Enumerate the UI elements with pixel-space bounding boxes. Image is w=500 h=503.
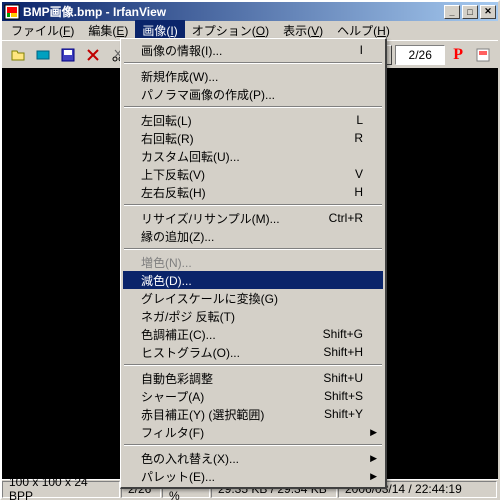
menu-item-label: 赤目補正(Y) (選択範囲) [141,406,304,423]
menu-item-14: 増色(N)... [123,253,383,271]
menu-item-label: ネガ/ポジ 反転(T) [141,308,363,325]
submenu-arrow-icon: ▶ [370,427,377,438]
menu-item-label: 自動色彩調整 [141,370,303,387]
menu-separator [124,248,382,250]
slideshow-icon[interactable] [31,44,54,66]
menu-item-12[interactable]: 縁の追加(Z)... [123,227,383,245]
minimize-button[interactable]: _ [444,5,460,19]
menu-item-6[interactable]: 右回転(R) R [123,129,383,147]
menu-item-label: 増色(N)... [141,254,363,271]
menu-item-label: 右回転(R) [141,130,334,147]
menu-item-3[interactable]: パノラマ画像の作成(P)... [123,85,383,103]
delete-icon[interactable] [81,44,104,66]
maximize-button[interactable]: □ [462,5,478,19]
menu-item-7[interactable]: カスタム回転(U)... [123,147,383,165]
open-icon[interactable] [6,44,29,66]
save-icon[interactable] [56,44,79,66]
menu-item-label: 減色(D)... [141,272,363,289]
menu-item-11[interactable]: リサイズ/リサンプル(M)... Ctrl+R [123,209,383,227]
menu-separator [124,364,382,366]
menu-item-shortcut: R [354,131,363,145]
titlebar: BMP画像.bmp - IrfanView _ □ ✕ [2,2,498,21]
menu-item-17[interactable]: ネガ/ポジ 反転(T) [123,307,383,325]
window-title: BMP画像.bmp - IrfanView [23,3,444,20]
menu-separator [124,106,382,108]
menu-item-shortcut: V [355,167,363,181]
menu-item-shortcut: L [356,113,363,127]
menu-item-label: 縁の追加(Z)... [141,228,363,245]
menu-item-label: 上下反転(V) [141,166,335,183]
menu-item-22[interactable]: シャープ(A) Shift+S [123,387,383,405]
menu-item-label: パレット(E)... [141,468,363,485]
menu-separator [124,444,382,446]
menu-item-24[interactable]: フィルタ(F) ▶ [123,423,383,441]
menu-item-label: 色の入れ替え(X)... [141,450,363,467]
app-icon [4,4,20,20]
menu-item-label: 色調補正(C)... [141,326,303,343]
image-menu-dropdown: 画像の情報(I)... I 新規作成(W)...パノラマ画像の作成(P)... 左回転… [120,38,387,489]
menu-item-label: 左回転(L) [141,112,336,129]
menu-item-shortcut: Shift+H [323,345,363,359]
app-window: BMP画像.bmp - IrfanView _ □ ✕ ファイル(F) 編集(E… [0,0,500,500]
menu-item-label: 画像の情報(I)... [141,42,340,59]
menu-item-9[interactable]: 左右反転(H) H [123,183,383,201]
submenu-arrow-icon: ▶ [370,453,377,464]
about-icon[interactable] [471,44,494,66]
menu-item-label: パノラマ画像の作成(P)... [141,86,363,103]
menu-item-27[interactable]: パレット(E)... ▶ [123,467,383,485]
page-input[interactable] [395,45,445,65]
menu-item-label: シャープ(A) [141,388,304,405]
status-dimensions: 100 x 100 x 24 BPP [2,481,120,498]
menu-item-5[interactable]: 左回転(L) L [123,111,383,129]
menu-item-shortcut: Shift+U [323,371,363,385]
menu-item-18[interactable]: 色調補正(C)... Shift+G [123,325,383,343]
menu-separator [124,204,382,206]
close-button[interactable]: ✕ [480,5,496,19]
menu-item-shortcut: I [360,43,363,57]
menu-item-label: グレイスケールに変換(G) [141,290,363,307]
menu-item-label: フィルタ(F) [141,424,363,441]
menu-item-shortcut: H [354,185,363,199]
menu-item-19[interactable]: ヒストグラム(O)... Shift+H [123,343,383,361]
menu-item-23[interactable]: 赤目補正(Y) (選択範囲) Shift+Y [123,405,383,423]
menu-item-15[interactable]: 減色(D)... [123,271,383,289]
menu-item-label: 新規作成(W)... [141,68,363,85]
menu-item-label: リサイズ/リサンプル(M)... [141,210,309,227]
menu-item-2[interactable]: 新規作成(W)... [123,67,383,85]
menu-separator [124,62,382,64]
menu-item-label: ヒストグラム(O)... [141,344,303,361]
menu-item-shortcut: Shift+S [324,389,363,403]
menu-item-label: 左右反転(H) [141,184,334,201]
menu-item-16[interactable]: グレイスケールに変換(G) [123,289,383,307]
menu-item-shortcut: Shift+Y [324,407,363,421]
menu-item-shortcut: Ctrl+R [329,211,363,225]
menu-item-shortcut: Shift+G [323,327,363,341]
paint-icon[interactable]: P [453,46,463,64]
menu-item-0[interactable]: 画像の情報(I)... I [123,41,383,59]
menu-item-26[interactable]: 色の入れ替え(X)... ▶ [123,449,383,467]
menu-item-8[interactable]: 上下反転(V) V [123,165,383,183]
titlebar-buttons: _ □ ✕ [444,5,496,19]
submenu-arrow-icon: ▶ [370,471,377,482]
menu-file[interactable]: ファイル(F) [4,20,81,41]
menu-item-21[interactable]: 自動色彩調整 Shift+U [123,369,383,387]
menu-item-label: カスタム回転(U)... [141,148,363,165]
